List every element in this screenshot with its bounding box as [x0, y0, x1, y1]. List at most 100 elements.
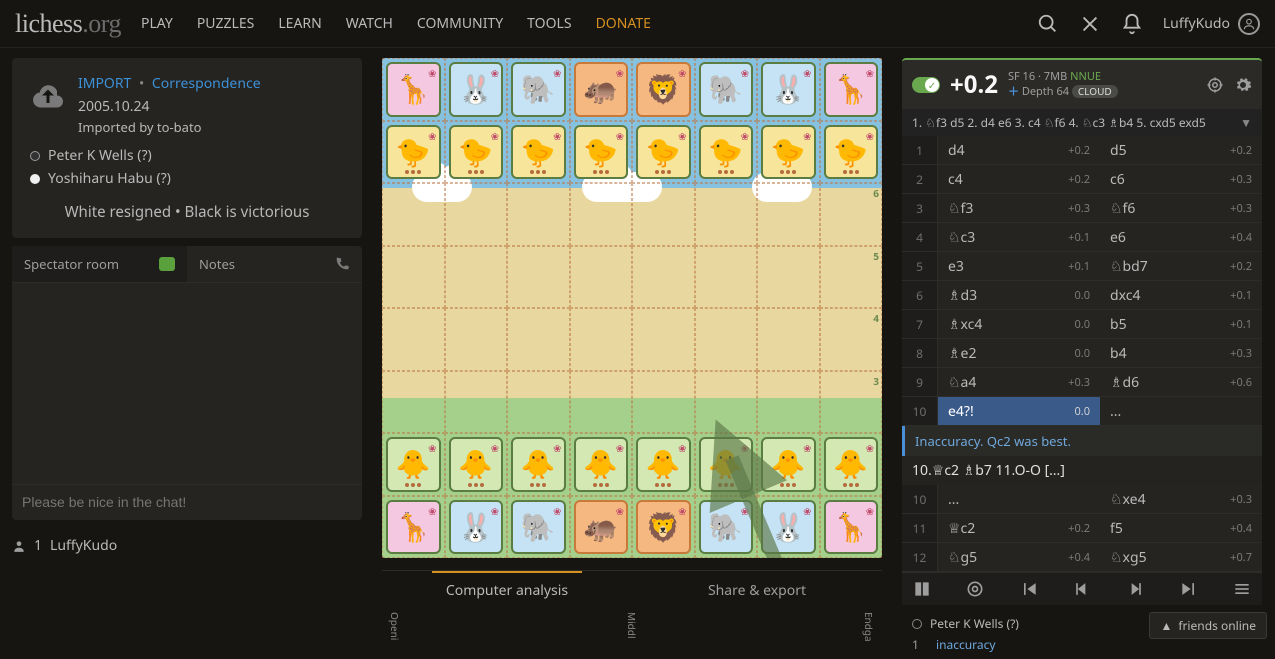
board-square[interactable] — [445, 371, 508, 434]
piece-tile[interactable]: 🐤❀ — [699, 125, 754, 180]
last-move-icon[interactable] — [1179, 579, 1199, 599]
move-white[interactable]: c4+0.2 — [938, 165, 1100, 193]
board-square[interactable]: 🐤❀ — [507, 121, 570, 184]
board-square[interactable]: 🐥❀ — [632, 433, 695, 496]
engine-pv-line[interactable]: 1. ♘f3 d5 2. d4 e6 3. c4 ♘f6 4. ♘c3 ♗b4 … — [902, 109, 1262, 136]
board-square[interactable]: 5 — [820, 246, 883, 309]
board-square[interactable] — [507, 246, 570, 309]
move-black[interactable]: ♘xg5+0.7 — [1100, 543, 1262, 571]
piece-tile[interactable]: 🐥❀ — [761, 437, 816, 492]
piece-tile[interactable]: 🦁❀ — [636, 62, 691, 117]
move-white[interactable]: e3+0.1 — [938, 252, 1100, 280]
move-black[interactable]: ♘f6+0.3 — [1100, 194, 1262, 222]
chat-toggle-indicator[interactable] — [159, 257, 175, 271]
nav-tools[interactable]: TOOLS — [527, 14, 571, 33]
piece-tile[interactable]: 🦒❀ — [386, 62, 441, 117]
friends-online-button[interactable]: ▲ friends online — [1149, 612, 1267, 639]
board-square[interactable]: 🐥❀ — [445, 433, 508, 496]
board-square[interactable]: 🐤❀ — [820, 121, 883, 184]
board-square[interactable] — [757, 183, 820, 246]
visitor-name[interactable]: LuffyKudo — [50, 536, 117, 555]
move-white[interactable]: ♘c3+0.1 — [938, 223, 1100, 251]
gear-icon[interactable] — [1234, 76, 1252, 94]
prev-move-icon[interactable] — [1072, 579, 1092, 599]
first-move-icon[interactable] — [1019, 579, 1039, 599]
board-square[interactable] — [632, 371, 695, 434]
nav-community[interactable]: COMMUNITY — [417, 14, 503, 33]
board-square[interactable] — [570, 183, 633, 246]
move-white[interactable]: ♘f3+0.3 — [938, 194, 1100, 222]
piece-tile[interactable]: 🐥❀ — [449, 437, 504, 492]
piece-tile[interactable]: 🐤❀ — [574, 125, 629, 180]
menu-icon[interactable] — [1232, 579, 1252, 599]
move-white[interactable]: ♗xc40.0 — [938, 310, 1100, 338]
board-square[interactable]: 🐥❀ — [570, 433, 633, 496]
variation-line[interactable]: 10.♕c2 ♗b7 11.O-O […] — [902, 456, 1262, 485]
board-square[interactable]: 🐰❀ — [757, 58, 820, 121]
board-square[interactable]: 🦁❀ — [632, 58, 695, 121]
piece-tile[interactable]: 🐘❀ — [511, 500, 566, 555]
nav-donate[interactable]: DONATE — [596, 14, 651, 33]
board-square[interactable] — [695, 308, 758, 371]
piece-tile[interactable]: 🐤❀ — [824, 125, 879, 180]
board-square[interactable] — [632, 246, 695, 309]
piece-tile[interactable]: 🐤❀ — [761, 125, 816, 180]
book-icon[interactable] — [912, 579, 932, 599]
board-square[interactable]: 🐤❀ — [445, 121, 508, 184]
board-square[interactable]: 🦒❀ — [382, 58, 445, 121]
board-square[interactable]: 🐘❀ — [695, 496, 758, 559]
board-square[interactable]: 🦛❀ — [570, 496, 633, 559]
board-square[interactable] — [382, 246, 445, 309]
move-white[interactable]: d4+0.2 — [938, 136, 1100, 164]
piece-tile[interactable]: 🐥❀ — [511, 437, 566, 492]
plus-icon[interactable]: ＋ — [1008, 84, 1019, 99]
move-black[interactable]: ♗d6+0.6 — [1100, 368, 1262, 396]
piece-tile[interactable]: 🐤❀ — [386, 125, 441, 180]
board-square[interactable]: 🐤❀ — [757, 121, 820, 184]
board-square[interactable]: 🐤❀ — [632, 121, 695, 184]
move-white[interactable]: ♗d30.0 — [938, 281, 1100, 309]
board-square[interactable] — [570, 246, 633, 309]
tab-share-export[interactable]: Share & export — [632, 571, 882, 610]
target-icon[interactable] — [1206, 76, 1224, 94]
chevron-down-icon[interactable]: ▼ — [1240, 114, 1252, 131]
nav-watch[interactable]: WATCH — [346, 14, 393, 33]
board-square[interactable]: 6 — [820, 183, 883, 246]
chat-input[interactable] — [22, 494, 352, 510]
board-square[interactable]: 🐰❀ — [445, 496, 508, 559]
board-square[interactable] — [695, 246, 758, 309]
player-white[interactable]: Peter K Wells (?) — [30, 146, 344, 165]
challenge-icon[interactable] — [1079, 13, 1101, 35]
piece-tile[interactable]: 🦒❀ — [824, 62, 879, 117]
board-square[interactable] — [695, 183, 758, 246]
board-square[interactable]: 🦛❀ — [570, 58, 633, 121]
move-black[interactable]: ♘xe4+0.3 — [1100, 485, 1262, 513]
move-black[interactable]: ♘bd7+0.2 — [1100, 252, 1262, 280]
user-menu[interactable]: LuffyKudo — [1163, 13, 1260, 35]
piece-tile[interactable]: 🐥❀ — [636, 437, 691, 492]
nav-puzzles[interactable]: PUZZLES — [197, 14, 255, 33]
practice-icon[interactable] — [965, 579, 985, 599]
board-square[interactable]: 🐘❀ — [695, 58, 758, 121]
board-square[interactable] — [507, 371, 570, 434]
board-square[interactable] — [445, 183, 508, 246]
board-square[interactable]: 🐤❀ — [382, 121, 445, 184]
piece-tile[interactable]: 🐰❀ — [449, 62, 504, 117]
piece-tile[interactable]: 🐘❀ — [699, 62, 754, 117]
import-link[interactable]: IMPORT — [78, 74, 131, 93]
piece-tile[interactable]: 🦒❀ — [824, 500, 879, 555]
tab-spectator-room[interactable]: Spectator room — [12, 246, 187, 282]
move-black[interactable]: b4+0.3 — [1100, 339, 1262, 367]
logo[interactable]: lichess.org — [15, 9, 121, 39]
move-white[interactable]: ♘g5+0.4 — [938, 543, 1100, 571]
tab-computer-analysis[interactable]: Computer analysis — [382, 571, 632, 610]
board-square[interactable] — [632, 308, 695, 371]
chess-board[interactable]: 🦒❀🐰❀🐘❀🦛❀🦁❀🐘❀🐰❀🦒❀🐤❀🐤❀🐤❀🐤❀🐤❀🐤❀🐤❀🐤❀6543🐥❀🐥❀… — [382, 58, 882, 558]
nav-play[interactable]: PLAY — [141, 14, 173, 33]
board-square[interactable] — [445, 246, 508, 309]
player-black[interactable]: Yoshiharu Habu (?) — [30, 169, 344, 188]
move-white[interactable]: ♕c2+0.2 — [938, 514, 1100, 542]
board-square[interactable]: 🐥❀ — [820, 433, 883, 496]
board-square[interactable] — [382, 308, 445, 371]
board-square[interactable] — [570, 308, 633, 371]
